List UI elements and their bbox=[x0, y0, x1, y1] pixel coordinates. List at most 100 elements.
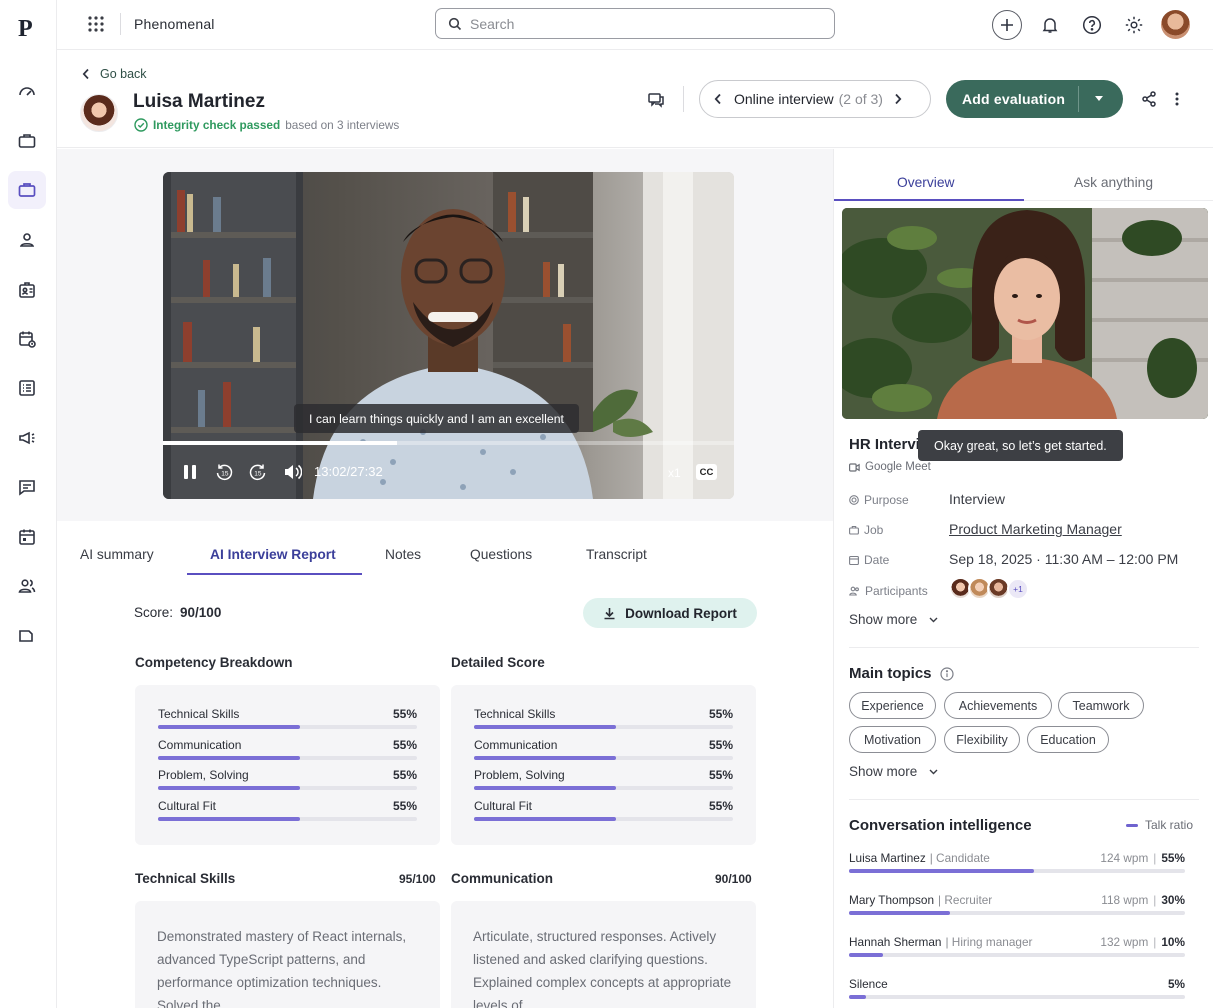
divider bbox=[683, 86, 684, 112]
talk-ratio-fill bbox=[849, 869, 1034, 873]
search-input[interactable] bbox=[470, 15, 810, 32]
tab-questions[interactable]: Questions bbox=[470, 547, 532, 562]
communication-card: Articulate, structured responses. Active… bbox=[451, 901, 756, 1008]
message-icon[interactable] bbox=[8, 468, 46, 506]
previous-interview-icon[interactable] bbox=[714, 93, 722, 105]
separator: | bbox=[1153, 935, 1157, 949]
topic-chip-flexibility[interactable]: Flexibility bbox=[944, 726, 1020, 753]
info-icon[interactable] bbox=[939, 666, 954, 681]
participant-video-thumbnail[interactable] bbox=[842, 208, 1208, 419]
svg-text:P: P bbox=[18, 16, 33, 42]
person-icon[interactable] bbox=[8, 221, 46, 259]
user-avatar[interactable] bbox=[1161, 10, 1190, 39]
video-camera-icon bbox=[849, 462, 860, 472]
volume-icon[interactable] bbox=[283, 463, 303, 486]
download-report-button[interactable]: Download Report bbox=[583, 598, 757, 628]
topic-chip-teamwork[interactable]: Teamwork bbox=[1058, 692, 1144, 719]
app-title: Phenomenal bbox=[134, 16, 215, 32]
add-icon[interactable] bbox=[992, 10, 1022, 40]
dashboard-icon[interactable] bbox=[8, 72, 46, 110]
tab-transcript[interactable]: Transcript bbox=[586, 547, 647, 562]
speaker-name: Mary Thompson bbox=[849, 893, 935, 907]
interview-nav-label: Online interview bbox=[734, 91, 834, 107]
megaphone-icon[interactable] bbox=[8, 419, 46, 457]
main-area: Go back Luisa Martinez Integrity check p… bbox=[57, 50, 1213, 1008]
forward-icon[interactable]: 15 bbox=[249, 463, 267, 486]
folder-icon[interactable] bbox=[8, 617, 46, 655]
briefcase-icon[interactable] bbox=[8, 122, 46, 160]
speaker-row: Hannah Sherman | Hiring manager 132 wpm | 10… bbox=[849, 935, 1185, 965]
meeting-platform-label: Google Meet bbox=[865, 461, 931, 473]
show-more-topics[interactable]: Show more bbox=[849, 764, 938, 779]
pause-icon[interactable] bbox=[183, 464, 197, 485]
jobs-icon[interactable] bbox=[8, 171, 46, 209]
topic-chip-achievements[interactable]: Achievements bbox=[944, 692, 1052, 719]
tab-overview[interactable]: Overview bbox=[897, 175, 955, 190]
calendar-icon bbox=[849, 555, 859, 565]
speaker-row: Mary Thompson | Recruiter 118 wpm | 30% bbox=[849, 893, 1185, 923]
score-bar-fill bbox=[158, 786, 301, 790]
tab-ask-anything[interactable]: Ask anything bbox=[1074, 175, 1153, 190]
add-evaluation-label: Add evaluation bbox=[962, 91, 1066, 107]
download-report-label: Download Report bbox=[625, 605, 737, 621]
topic-chip-motivation[interactable]: Motivation bbox=[849, 726, 936, 753]
tab-ai-interview-report[interactable]: AI Interview Report bbox=[210, 547, 336, 562]
topic-chip-education[interactable]: Education bbox=[1027, 726, 1109, 753]
talk-ratio-legend: Talk ratio bbox=[1126, 818, 1193, 832]
search-box[interactable] bbox=[435, 8, 835, 39]
settings-icon[interactable] bbox=[1119, 10, 1149, 40]
calendar-clock-icon[interactable] bbox=[8, 320, 46, 358]
score-value: 90/100 bbox=[180, 605, 222, 620]
left-column: I can learn things quickly and I am an e… bbox=[57, 149, 833, 1008]
score-bar-track bbox=[474, 786, 733, 790]
detail-job-link[interactable]: Product Marketing Manager bbox=[949, 521, 1122, 537]
topic-chip-experience[interactable]: Experience bbox=[849, 692, 936, 719]
more-vertical-icon[interactable] bbox=[1175, 91, 1179, 112]
show-more-label: Show more bbox=[849, 612, 918, 627]
divider bbox=[1024, 200, 1213, 201]
chevron-down-icon bbox=[929, 769, 938, 774]
technical-skills-title: Technical Skills bbox=[135, 871, 236, 886]
candidate-header: Go back Luisa Martinez Integrity check p… bbox=[57, 50, 1213, 148]
score-row-label: Communication bbox=[474, 737, 558, 752]
speaker-stats: 5% bbox=[1168, 977, 1185, 991]
id-card-icon[interactable] bbox=[8, 271, 46, 309]
list-icon[interactable] bbox=[8, 369, 46, 407]
active-tab-indicator bbox=[187, 573, 362, 575]
integrity-suffix: based on 3 interviews bbox=[285, 118, 400, 132]
svg-text:15: 15 bbox=[221, 471, 229, 478]
integrity-status: Integrity check passed based on 3 interv… bbox=[134, 118, 399, 132]
talk-ratio-track bbox=[849, 869, 1185, 873]
speech-tooltip: Okay great, so let’s get started. bbox=[918, 430, 1123, 461]
speaker-stats: 132 wpm | 10% bbox=[1100, 935, 1185, 949]
participants-avatars[interactable]: +1 bbox=[949, 577, 1029, 600]
help-icon[interactable] bbox=[1077, 10, 1107, 40]
chevron-left-icon bbox=[82, 68, 89, 80]
show-more-details[interactable]: Show more bbox=[849, 612, 938, 627]
score-bar-fill bbox=[474, 755, 617, 760]
video-player[interactable]: I can learn things quickly and I am an e… bbox=[163, 172, 734, 499]
tab-ai-summary[interactable]: AI summary bbox=[80, 547, 154, 562]
closed-captions-button[interactable]: CC bbox=[696, 464, 717, 480]
talk-ratio-fill bbox=[849, 911, 950, 915]
playback-speed[interactable]: x1 bbox=[668, 466, 681, 480]
video-progress-track[interactable] bbox=[163, 441, 734, 445]
caret-down-icon[interactable] bbox=[1094, 95, 1104, 102]
speaker-percent: 5% bbox=[1167, 977, 1185, 991]
calendar-icon[interactable] bbox=[8, 518, 46, 556]
go-back-link[interactable]: Go back bbox=[82, 67, 147, 81]
add-evaluation-button[interactable]: Add evaluation bbox=[946, 80, 1123, 118]
score-bar-fill bbox=[474, 816, 617, 821]
detail-key: Job bbox=[864, 523, 884, 537]
team-icon[interactable] bbox=[8, 567, 46, 605]
bell-icon[interactable] bbox=[1035, 10, 1065, 40]
app-logo[interactable]: P bbox=[13, 14, 41, 42]
share-icon[interactable] bbox=[1141, 91, 1157, 112]
chat-icon[interactable] bbox=[647, 91, 665, 109]
score-label: Score: bbox=[134, 605, 174, 620]
tab-notes[interactable]: Notes bbox=[385, 547, 421, 562]
rewind-icon[interactable]: 15 bbox=[215, 463, 233, 486]
main-topics-title: Main topics bbox=[849, 665, 932, 682]
next-interview-icon[interactable] bbox=[894, 93, 902, 105]
app-grid-icon[interactable] bbox=[87, 15, 105, 33]
